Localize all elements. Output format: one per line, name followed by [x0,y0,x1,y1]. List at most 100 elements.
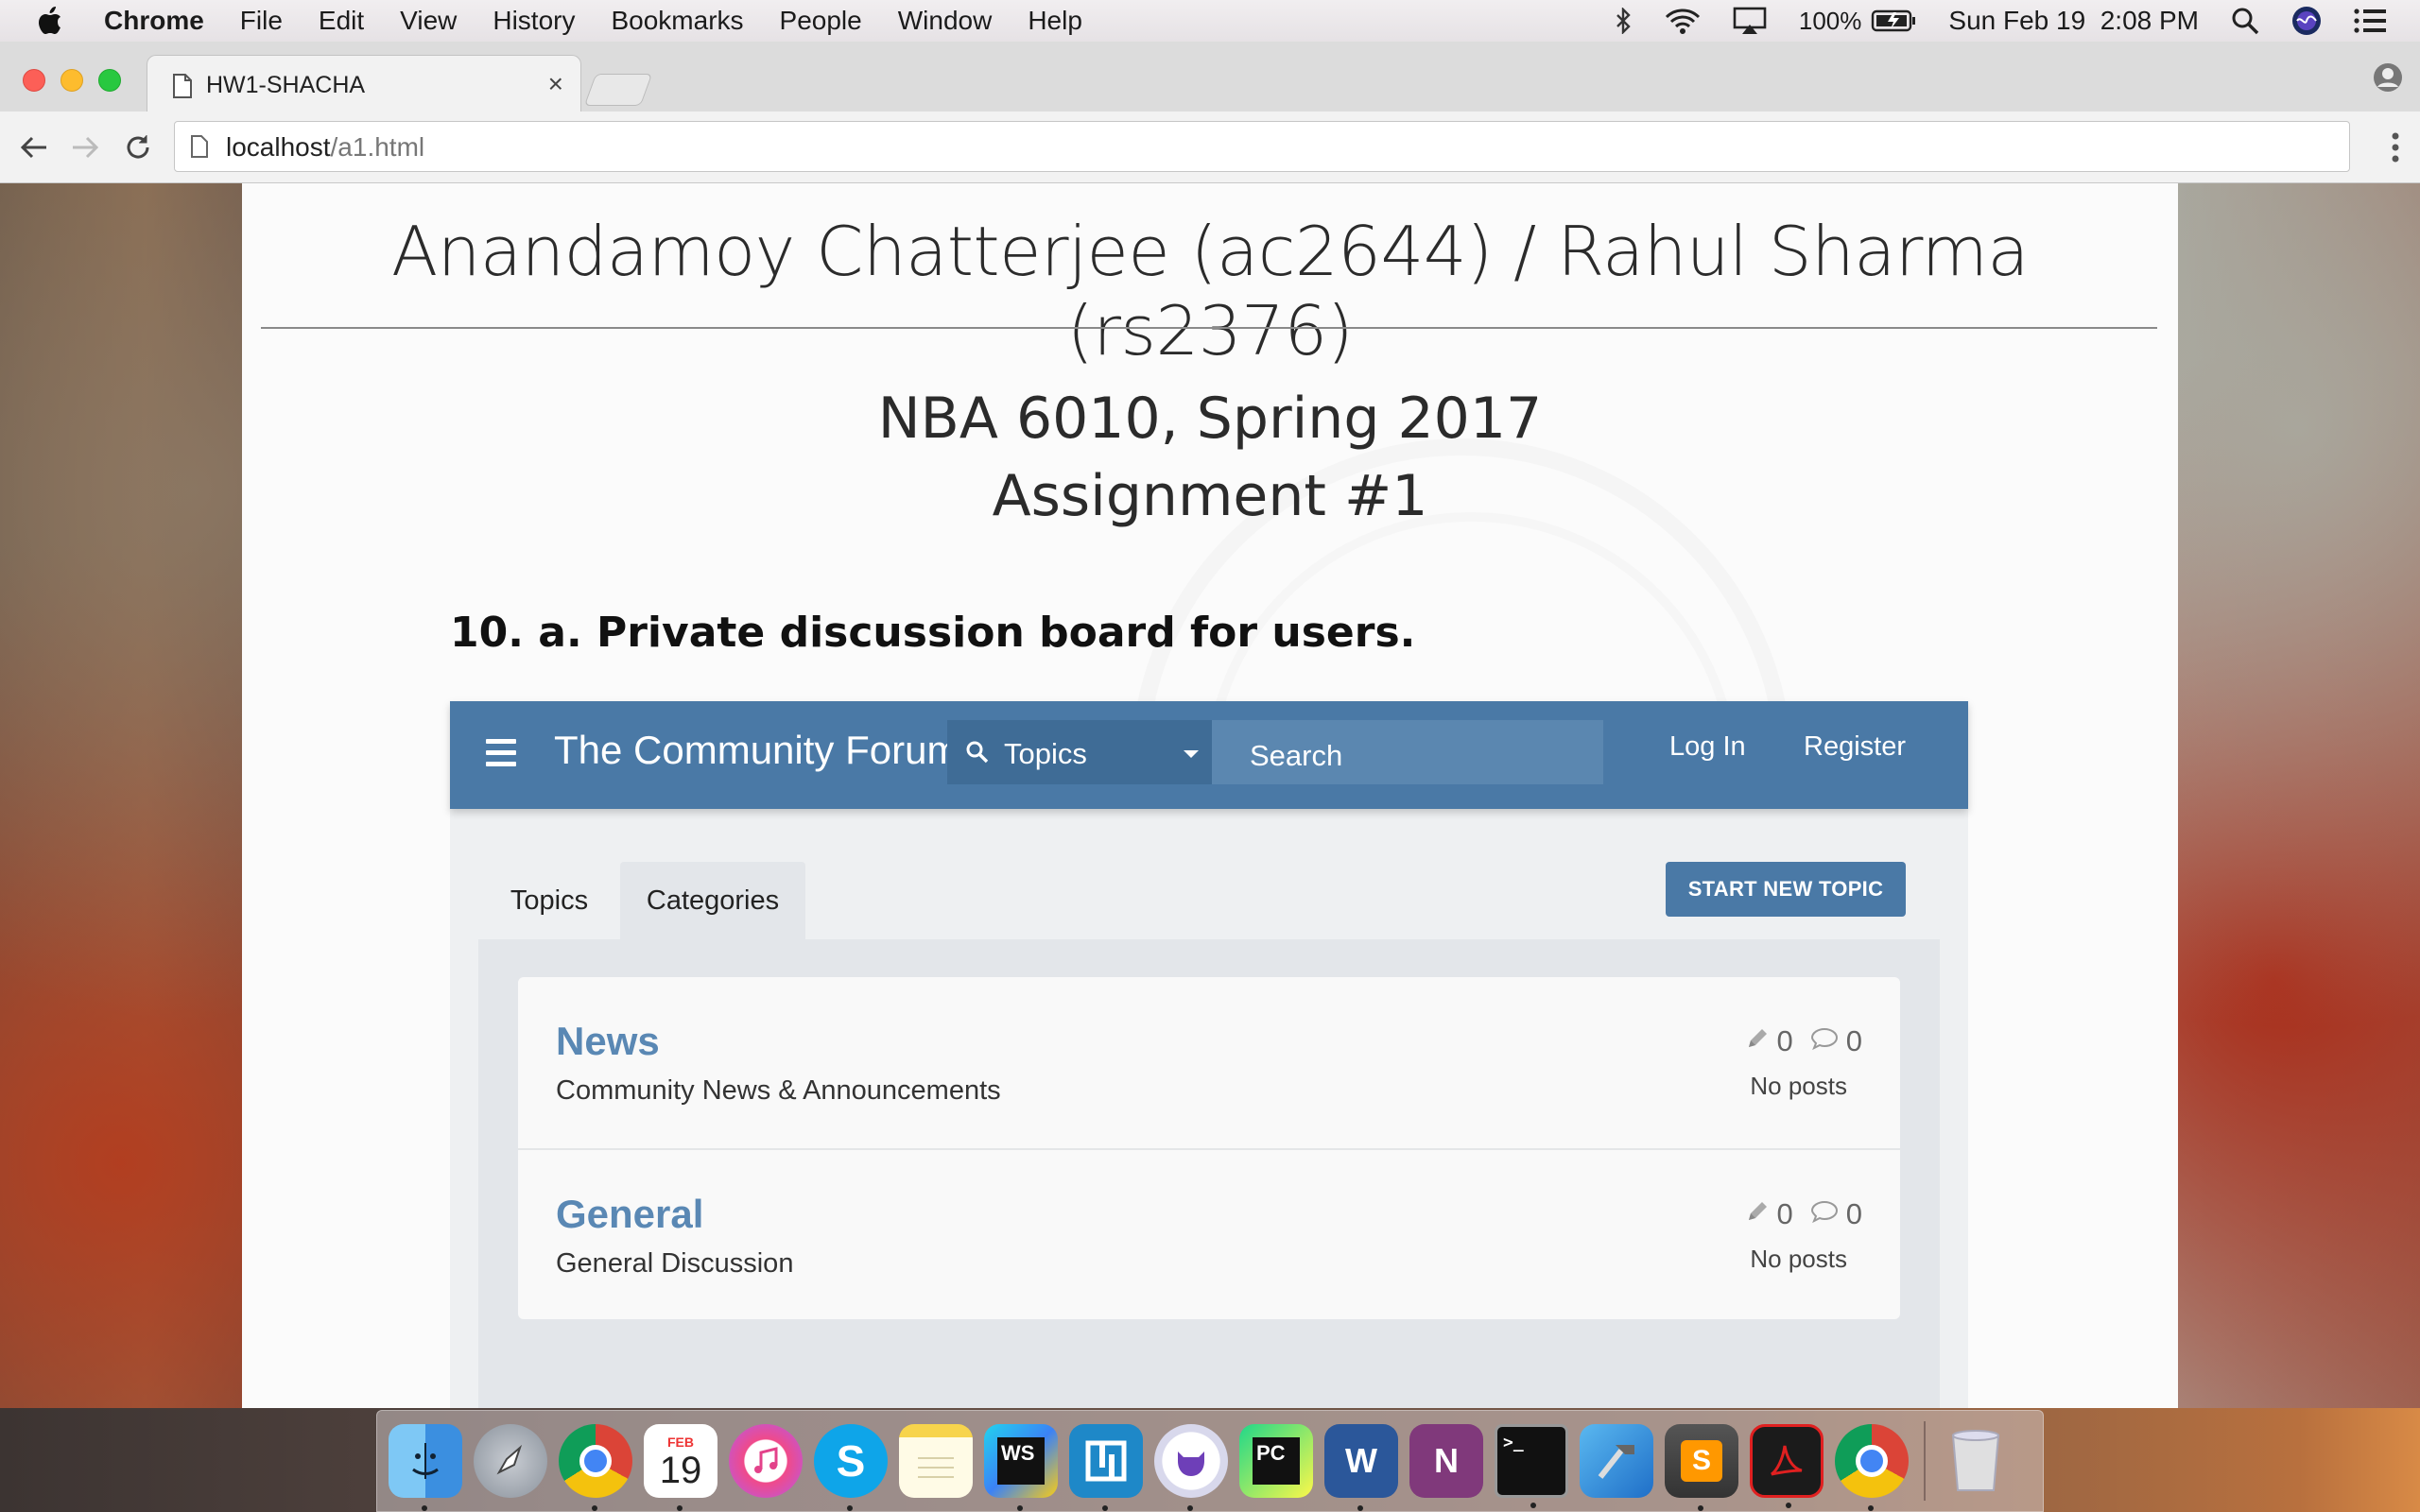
hamburger-menu-icon[interactable] [486,739,516,773]
bluetooth-icon[interactable] [1616,8,1633,34]
title-divider [261,327,2157,329]
forward-arrow-icon[interactable] [68,130,102,164]
battery-percent: 100% [1798,6,1862,35]
category-link-news[interactable]: News [556,1019,660,1064]
menu-window[interactable]: Window [898,6,993,36]
reload-icon[interactable] [121,130,155,164]
categories-list: News Community News & Announcements 0 0 [518,977,1900,1319]
pencil-icon [1745,1197,1770,1231]
webstorm-icon[interactable]: WS [984,1424,1058,1511]
category-link-general[interactable]: General [556,1192,703,1237]
apple-menu-icon[interactable] [38,7,66,35]
dock: FEB 19 S WS PC W N >_ S [376,1410,2044,1512]
url-host: localhost [226,132,331,162]
category-row[interactable]: News Community News & Announcements 0 0 [518,977,1900,1148]
document-icon [172,73,193,104]
chrome-icon[interactable] [559,1424,632,1511]
section-heading: 10. a. Private discussion board for user… [450,609,1416,657]
notes-icon[interactable] [899,1424,973,1498]
tab-close-icon[interactable]: × [548,69,563,99]
menu-history[interactable]: History [493,6,575,36]
clock[interactable]: Sun Feb 19 2:08 PM [1948,6,2199,36]
topics-dropdown[interactable]: Topics [947,720,1212,784]
parallels-icon[interactable] [1069,1424,1143,1511]
chrome-menu-icon[interactable] [2390,130,2401,169]
course-line-1: NBA 6010, Spring 2017 [877,386,1543,452]
finder-icon[interactable] [389,1424,462,1511]
calendar-month: FEB [667,1435,694,1450]
category-description: General Discussion [556,1248,794,1279]
skype-icon[interactable]: S [814,1424,888,1511]
onenote-icon[interactable]: N [1409,1424,1483,1498]
categories-panel: News Community News & Announcements 0 0 [478,939,1940,1408]
course-title: NBA 6010, Spring 2017 Assignment #1 [242,380,2178,535]
register-link[interactable]: Register [1804,731,1906,763]
spotlight-search-icon[interactable] [2231,7,2259,35]
siri-icon[interactable] [2291,6,2322,36]
trash-icon[interactable] [1939,1424,2013,1498]
search-placeholder: Search [1250,739,1343,772]
menu-bookmarks[interactable]: Bookmarks [611,6,743,36]
menu-view[interactable]: View [400,6,457,36]
page-content: Anandamoy Chatterjee (ac2644) / Rahul Sh… [242,183,2178,1408]
github-desktop-icon[interactable] [1154,1424,1228,1511]
forum-title[interactable]: The Community Forum [554,728,951,773]
category-description: Community News & Announcements [556,1075,1001,1106]
search-icon [966,741,989,768]
course-line-2: Assignment #1 [992,463,1428,529]
post-count: 0 [1845,1197,1862,1230]
new-tab-button[interactable] [583,74,653,106]
battery-icon[interactable] [1871,9,1916,32]
xcode-icon[interactable] [1580,1424,1653,1498]
window-close-button[interactable] [23,69,45,92]
login-link[interactable]: Log In [1669,731,1746,763]
airplay-icon[interactable] [1733,7,1767,35]
pencil-icon [1745,1024,1770,1058]
page-viewport: Anandamoy Chatterjee (ac2644) / Rahul Sh… [0,183,2420,1408]
category-stats: 0 0 [1745,1197,1862,1231]
sublime-text-icon[interactable]: S [1665,1424,1738,1511]
chevron-down-icon [1184,750,1199,758]
forum-screenshot: The Community Forum Topics Search Log In… [450,701,1968,1408]
word-icon[interactable]: W [1324,1424,1398,1511]
forum-search-input[interactable]: Search [1212,720,1603,784]
tab-title: HW1-SHACHA [206,72,366,98]
topics-dropdown-label: Topics [1004,737,1087,770]
acrobat-icon[interactable] [1750,1424,1824,1508]
authors-title: Anandamoy Chatterjee (ac2644) / Rahul Sh… [391,212,2029,370]
launchpad-icon[interactable] [474,1424,547,1498]
notification-center-icon[interactable] [2354,8,2388,34]
menu-file[interactable]: File [240,6,283,36]
tab-topics[interactable]: Topics [478,862,620,939]
menu-edit[interactable]: Edit [319,6,364,36]
address-bar[interactable]: localhost/a1.html [174,121,2350,172]
browser-tab-active[interactable]: HW1-SHACHA × [147,55,581,113]
chrome-icon[interactable] [1835,1424,1909,1511]
comment-icon [1810,1024,1839,1058]
back-arrow-icon[interactable] [17,130,51,164]
menu-help[interactable]: Help [1028,6,1082,36]
topic-count: 0 [1776,1024,1793,1057]
start-new-topic-button[interactable]: START NEW TOPIC [1666,862,1906,917]
calendar-day: 19 [659,1450,702,1491]
category-status: No posts [1750,1072,1847,1100]
terminal-icon[interactable]: >_ [1495,1424,1568,1508]
menu-people[interactable]: People [780,6,862,36]
category-status: No posts [1750,1245,1847,1273]
menu-app-chrome[interactable]: Chrome [104,6,204,36]
category-row[interactable]: General General Discussion 0 0 No posts [518,1148,1900,1319]
calendar-icon[interactable]: FEB 19 [644,1424,717,1511]
pycharm-icon[interactable]: PC [1239,1424,1313,1498]
mac-menubar: Chrome File Edit View History Bookmarks … [0,0,2420,42]
window-zoom-button[interactable] [98,69,121,92]
window-minimize-button[interactable] [60,69,83,92]
itunes-icon[interactable] [729,1424,803,1498]
page-info-icon[interactable] [190,134,209,163]
wifi-icon[interactable] [1665,8,1701,34]
profile-avatar-icon[interactable] [2373,62,2403,97]
url-text[interactable]: localhost/a1.html [226,132,424,163]
tab-categories[interactable]: Categories [620,862,805,939]
url-path: /a1.html [330,132,425,162]
dock-separator [1924,1421,1926,1501]
topic-count: 0 [1776,1197,1793,1230]
